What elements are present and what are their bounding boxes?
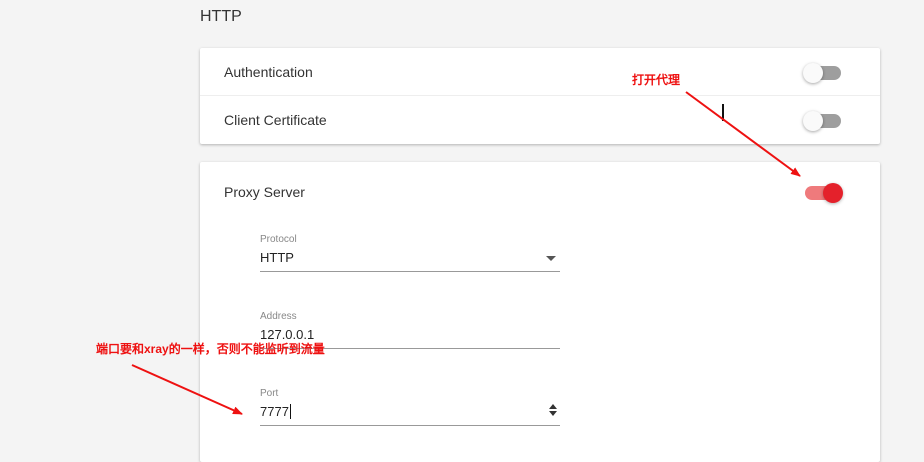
proxy-arrow (685, 91, 801, 177)
annotation-arrows (131, 91, 801, 415)
port-arrow (131, 364, 243, 415)
